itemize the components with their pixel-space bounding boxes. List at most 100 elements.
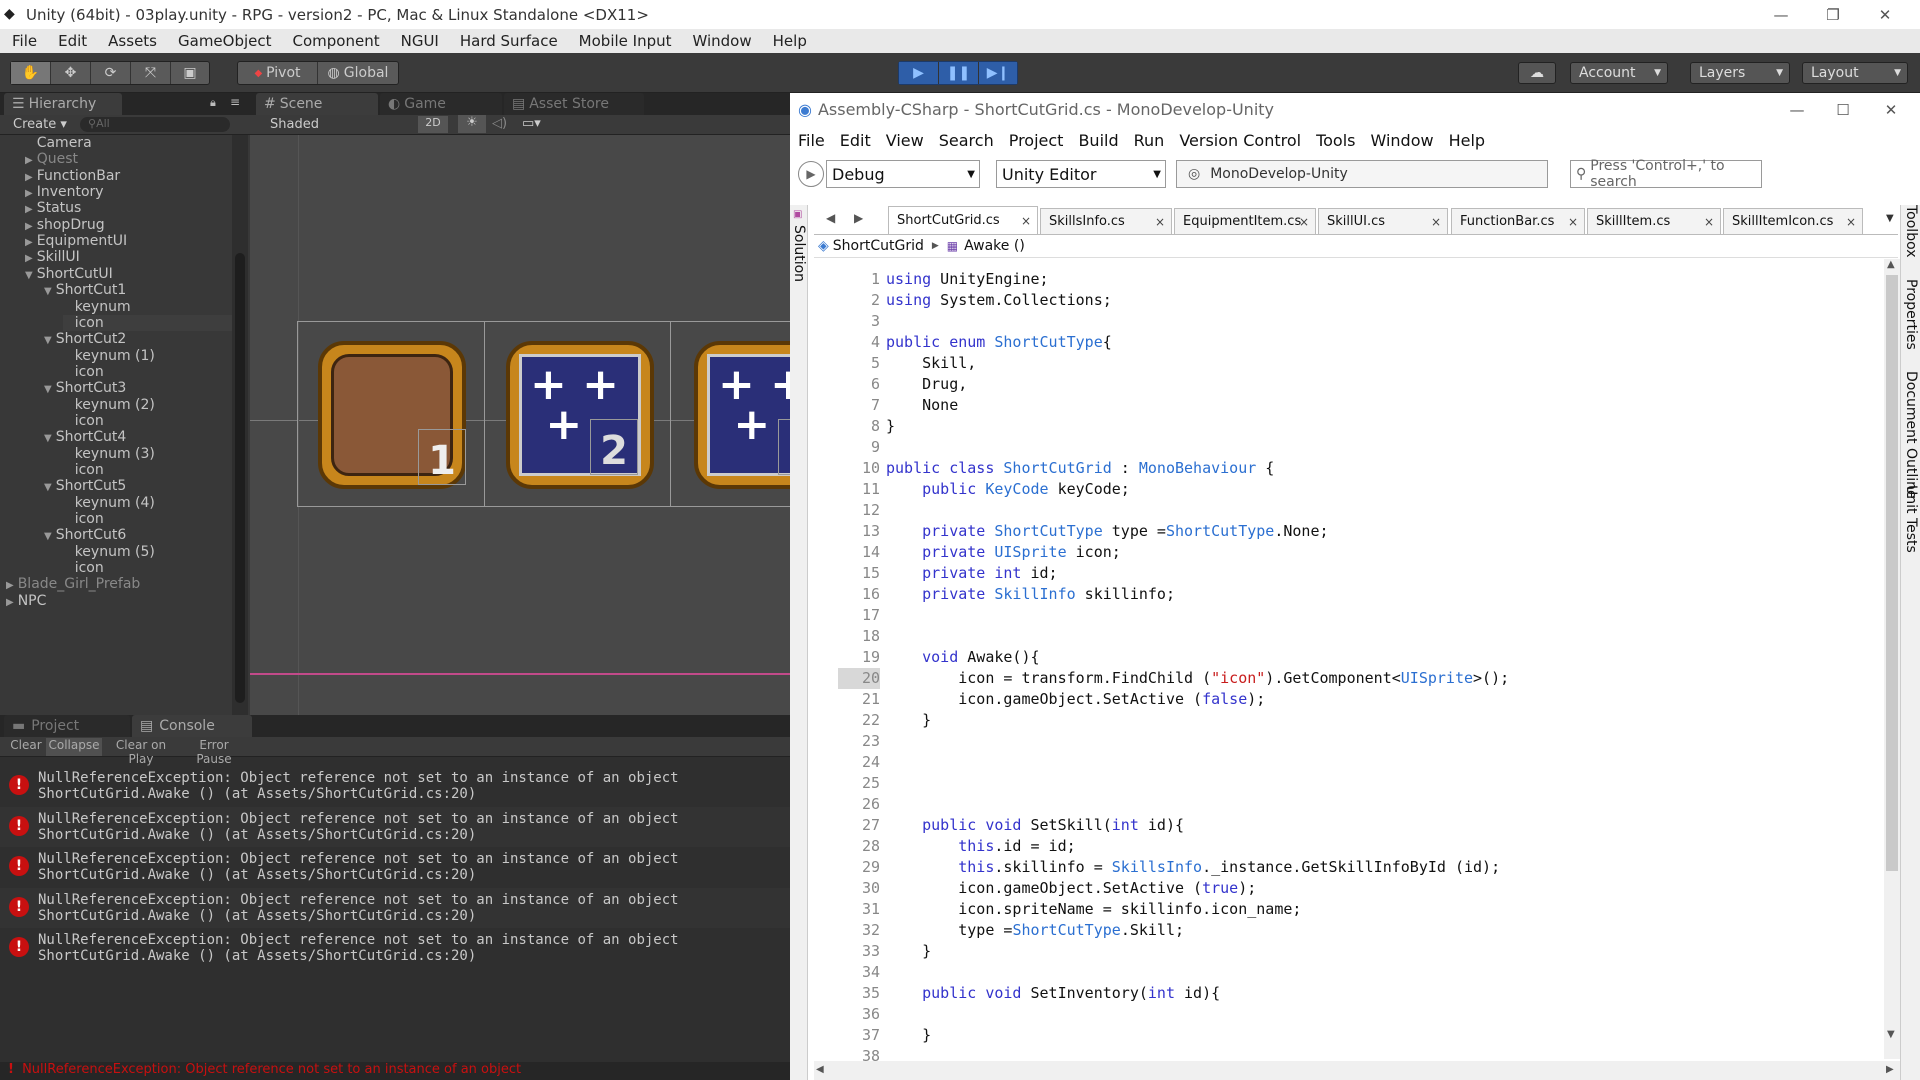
- md-menu-item-search[interactable]: Search: [939, 131, 994, 150]
- toolbox-pad-button[interactable]: Toolbox: [1903, 205, 1919, 258]
- expand-toggle-icon[interactable]: ▼: [44, 384, 52, 395]
- menu-item-hard-surface[interactable]: Hard Surface: [460, 32, 558, 50]
- close-tab-icon[interactable]: ×: [1021, 214, 1031, 228]
- scroll-down-icon[interactable]: ▼: [1887, 1029, 1895, 1040]
- pivot-button[interactable]: ◆ Pivot: [238, 62, 318, 84]
- doc-tab[interactable]: EquipmentItem.cs ×: [1174, 208, 1316, 234]
- console-status-bar[interactable]: ! NullReferenceException: Object referen…: [0, 1062, 790, 1080]
- close-tab-icon[interactable]: ×: [1704, 215, 1714, 229]
- expand-toggle-icon[interactable]: ▶: [25, 253, 33, 264]
- scale-tool-icon[interactable]: ⤧: [131, 62, 171, 84]
- tab-list-chevron-icon[interactable]: ▼: [1886, 213, 1894, 224]
- hierarchy-item[interactable]: ▶ Inventory: [25, 184, 104, 200]
- hierarchy-item[interactable]: ▶keynum (3): [63, 446, 155, 462]
- shortcut-slot[interactable]: 1: [318, 341, 466, 489]
- menu-item-gameobject[interactable]: GameObject: [178, 32, 272, 50]
- hierarchy-item[interactable]: ▼ ShortCut1: [44, 282, 126, 298]
- hierarchy-item[interactable]: ▶ Blade_Girl_Prefab: [6, 576, 140, 592]
- close-tab-icon[interactable]: ×: [1299, 215, 1309, 229]
- restore-button[interactable]: ❐: [1810, 0, 1856, 29]
- hierarchy-item[interactable]: ▶keynum (4): [63, 495, 155, 511]
- expand-toggle-icon[interactable]: ▶: [25, 204, 33, 215]
- close-tab-icon[interactable]: ×: [1431, 215, 1441, 229]
- editor-scroll-thumb[interactable]: [1886, 275, 1898, 871]
- doc-tab[interactable]: SkillsInfo.cs ×: [1040, 208, 1172, 234]
- expand-toggle-icon[interactable]: ▼: [44, 433, 52, 444]
- tab-asset-store[interactable]: ▤ Asset Store: [504, 93, 644, 115]
- console-btn-clear[interactable]: Clear: [6, 738, 46, 756]
- expand-toggle-icon[interactable]: ▶: [6, 597, 14, 608]
- target-dropdown[interactable]: Unity Editor ▼: [996, 160, 1166, 188]
- editor-horizontal-scrollbar[interactable]: ◀ ▶: [814, 1061, 1900, 1080]
- hierarchy-item[interactable]: ▼ ShortCut3: [44, 380, 126, 396]
- hierarchy-item[interactable]: ▶ Quest: [25, 151, 78, 167]
- md-search-input[interactable]: ⚲ Press 'Control+,' to search: [1570, 158, 1762, 190]
- doc-tab[interactable]: SkillUI.cs ×: [1318, 208, 1448, 234]
- toggle-2d-button[interactable]: 2D: [418, 116, 448, 133]
- hierarchy-scrollbar[interactable]: [232, 135, 248, 715]
- panel-menu-icon[interactable]: ≡: [230, 95, 240, 109]
- code-editor[interactable]: 1 using UnityEngine; 2 using System.Collect…: [838, 269, 1898, 1069]
- menu-item-assets[interactable]: Assets: [108, 32, 157, 50]
- console-entry[interactable]: ! NullReferenceException: Object referenc…: [0, 887, 790, 928]
- hierarchy-item[interactable]: ▶ SkillUI: [25, 249, 80, 265]
- configuration-dropdown[interactable]: Debug ▼: [826, 160, 980, 188]
- hierarchy-item[interactable]: ▶keynum: [63, 299, 131, 315]
- editor-vertical-scrollbar[interactable]: ▲ ▼: [1884, 259, 1900, 1059]
- doc-tab[interactable]: FunctionBar.cs ×: [1451, 208, 1585, 234]
- hierarchy-item[interactable]: ▶ shopDrug: [25, 217, 105, 233]
- step-button[interactable]: ▶❙: [979, 62, 1017, 84]
- lighting-icon[interactable]: ☀: [458, 115, 486, 133]
- expand-toggle-icon[interactable]: ▶: [25, 237, 33, 248]
- lock-icon[interactable]: 🔒︎: [210, 96, 216, 110]
- shading-mode-dropdown[interactable]: Shaded▼: [270, 117, 430, 132]
- hierarchy-scroll-thumb[interactable]: [235, 253, 245, 703]
- hierarchy-item[interactable]: ▶ NPC: [6, 593, 46, 609]
- tab-console[interactable]: ▤ Console: [132, 715, 252, 737]
- tab-scroll-left-icon[interactable]: ◀: [826, 211, 835, 225]
- hierarchy-item[interactable]: ▼ ShortCut4: [44, 429, 126, 445]
- expand-toggle-icon[interactable]: ▶: [25, 172, 33, 183]
- menu-item-mobile-input[interactable]: Mobile Input: [579, 32, 672, 50]
- hand-tool-icon[interactable]: ✋: [11, 62, 51, 84]
- expand-toggle-icon[interactable]: ▼: [44, 286, 52, 297]
- menu-item-window[interactable]: Window: [692, 32, 751, 50]
- hierarchy-item[interactable]: ▶Camera: [25, 135, 92, 151]
- console-entry[interactable]: ! NullReferenceException: Object referenc…: [0, 847, 790, 887]
- hierarchy-item[interactable]: ▶keynum (2): [63, 397, 155, 413]
- expand-toggle-icon[interactable]: ▶: [6, 580, 14, 591]
- doc-tab[interactable]: SkillItem.cs ×: [1587, 208, 1721, 234]
- expand-toggle-icon[interactable]: ▼: [44, 335, 52, 346]
- hierarchy-item[interactable]: ▶ Status: [25, 200, 81, 216]
- hierarchy-item[interactable]: ▶ FunctionBar: [25, 168, 120, 184]
- scroll-up-icon[interactable]: ▲: [1887, 259, 1895, 270]
- effects-icon[interactable]: ▭▾: [522, 116, 541, 131]
- properties-pad-button[interactable]: Properties: [1903, 279, 1919, 350]
- minimize-button[interactable]: —: [1758, 0, 1804, 29]
- close-tab-icon[interactable]: ×: [1155, 215, 1165, 229]
- tab-game[interactable]: ◐ Game: [380, 93, 502, 115]
- layers-dropdown[interactable]: Layers ▼: [1690, 62, 1790, 84]
- breadcrumb-class[interactable]: ShortCutGrid: [833, 238, 924, 254]
- md-menu-item-window[interactable]: Window: [1371, 131, 1434, 150]
- scroll-left-icon[interactable]: ◀: [816, 1064, 824, 1075]
- tab-project[interactable]: ▬ Project: [4, 715, 130, 737]
- expand-toggle-icon[interactable]: ▼: [25, 270, 33, 281]
- doc-tab[interactable]: SkillItemIcon.cs ×: [1723, 208, 1863, 234]
- console-entry[interactable]: ! NullReferenceException: Object referenc…: [0, 766, 790, 806]
- layout-dropdown[interactable]: Layout ▼: [1802, 62, 1908, 84]
- hierarchy-item[interactable]: ▼ ShortCut6: [44, 527, 126, 543]
- md-menu-item-tools[interactable]: Tools: [1316, 131, 1355, 150]
- account-dropdown[interactable]: Account ▼: [1570, 62, 1668, 84]
- rect-tool-icon[interactable]: ▣: [171, 62, 209, 84]
- hierarchy-item[interactable]: ▶icon: [63, 364, 104, 380]
- menu-item-ngui[interactable]: NGUI: [401, 32, 439, 50]
- close-tab-icon[interactable]: ×: [1568, 215, 1578, 229]
- pause-button[interactable]: ❚❚: [939, 62, 979, 84]
- breadcrumb-method[interactable]: Awake (): [964, 238, 1025, 254]
- close-button[interactable]: ✕: [1862, 0, 1908, 29]
- create-dropdown[interactable]: Create ▾: [13, 117, 67, 132]
- md-menu-item-help[interactable]: Help: [1449, 131, 1485, 150]
- console-btn-collapse[interactable]: Collapse: [46, 738, 102, 756]
- document-outline-pad-button[interactable]: Document Outline: [1903, 371, 1919, 499]
